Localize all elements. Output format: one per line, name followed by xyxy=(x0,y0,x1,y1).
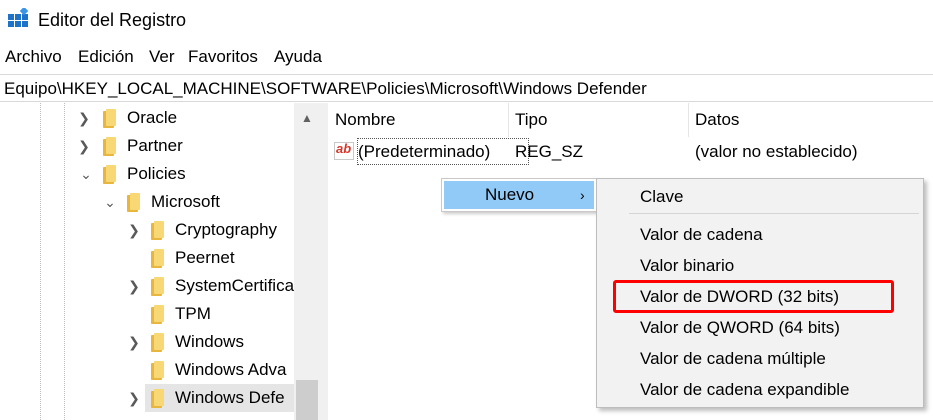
folder-icon xyxy=(127,193,140,212)
folder-icon xyxy=(151,389,164,408)
tree-item-label: TPM xyxy=(175,304,211,323)
folder-icon xyxy=(151,361,164,380)
scroll-thumb[interactable] xyxy=(296,380,318,420)
folder-icon xyxy=(103,165,116,184)
tree-item-windows[interactable]: ❯ Windows xyxy=(0,328,294,356)
chevron-right-icon[interactable]: ❯ xyxy=(127,390,141,406)
folder-icon xyxy=(151,305,164,324)
menu-item-valor-binario[interactable]: Valor binario xyxy=(599,251,921,281)
column-header-datos[interactable]: Datos xyxy=(688,103,933,137)
menu-item-valor-cadena[interactable]: Valor de cadena xyxy=(599,220,921,250)
annotation-highlight-box xyxy=(613,280,894,313)
chevron-right-icon[interactable]: ❯ xyxy=(127,278,141,294)
address-bar[interactable]: Equipo\HKEY_LOCAL_MACHINE\SOFTWARE\Polic… xyxy=(0,74,933,102)
tree-item-label: Oracle xyxy=(127,108,178,127)
menu-item-valor-cadena-expandible[interactable]: Valor de cadena expandible xyxy=(599,375,921,405)
tree-item-label: Partner xyxy=(127,136,183,155)
menu-item-label: Nuevo xyxy=(485,185,535,204)
column-header-nombre[interactable]: Nombre xyxy=(328,103,508,137)
menu-item-label: Valor de cadena múltiple xyxy=(640,349,826,368)
menu-ayuda[interactable]: Ayuda xyxy=(274,44,322,70)
menu-item-label: Valor binario xyxy=(640,256,735,275)
menu-item-valor-cadena-multiple[interactable]: Valor de cadena múltiple xyxy=(599,344,921,374)
tree-item-label: Microsoft xyxy=(151,192,220,211)
scroll-up-arrow-icon[interactable]: ▲ xyxy=(294,107,320,129)
chevron-down-icon[interactable]: ⌄ xyxy=(103,194,117,210)
address-path[interactable]: Equipo\HKEY_LOCAL_MACHINE\SOFTWARE\Polic… xyxy=(4,77,647,101)
tree-item-policies[interactable]: ⌄ Policies xyxy=(0,160,294,188)
tree-item-label: Policies xyxy=(127,164,186,183)
value-data: (valor no establecido) xyxy=(695,142,858,161)
tree-item-partner[interactable]: ❯ Partner xyxy=(0,132,294,160)
tree-item-label: Cryptography xyxy=(175,220,278,239)
tree-item-label: SystemCertifica xyxy=(175,276,295,295)
registry-editor-icon xyxy=(8,8,29,27)
menu-item-clave[interactable]: Clave xyxy=(599,182,921,212)
tree-item-windows-advanced[interactable]: Windows Adva xyxy=(0,356,294,384)
chevron-right-icon[interactable]: ❯ xyxy=(77,138,91,154)
column-header-tipo[interactable]: Tipo xyxy=(508,103,688,137)
chevron-right-icon[interactable]: ❯ xyxy=(77,110,91,126)
tree-item-label: Windows xyxy=(175,332,244,351)
folder-icon xyxy=(151,249,164,268)
menu-edicion[interactable]: Edición xyxy=(78,44,134,70)
menu-archivo[interactable]: Archivo xyxy=(5,44,62,70)
menu-divider xyxy=(629,213,919,214)
tree-item-cryptography[interactable]: ❯ Cryptography xyxy=(0,216,294,244)
menu-item-label: Clave xyxy=(640,187,684,206)
menu-favoritos[interactable]: Favoritos xyxy=(188,44,258,70)
context-menu: Nuevo › xyxy=(441,178,597,212)
tree-item-label: Peernet xyxy=(175,248,235,267)
tree-item-systemcertificates[interactable]: ❯ SystemCertifica xyxy=(0,272,294,300)
menu-item-nuevo[interactable]: Nuevo › xyxy=(444,181,594,209)
menu-item-valor-qword[interactable]: Valor de QWORD (64 bits) xyxy=(599,313,921,343)
folder-icon xyxy=(151,333,164,352)
menu-item-label: Valor de QWORD (64 bits) xyxy=(640,318,840,337)
tree-item-label: Windows Defe xyxy=(175,388,285,407)
folder-icon xyxy=(103,137,116,156)
pane-splitter[interactable] xyxy=(320,103,328,420)
key-tree[interactable]: ❯ Oracle ❯ Partner ⌄ Policies ⌄ Microsof… xyxy=(0,103,320,420)
folder-icon xyxy=(103,109,116,128)
menu-item-label: Valor de cadena xyxy=(640,225,763,244)
tree-item-label: Windows Adva xyxy=(175,360,287,379)
tree-item-peernet[interactable]: Peernet xyxy=(0,244,294,272)
menu-item-label: Valor de cadena expandible xyxy=(640,380,850,399)
folder-icon xyxy=(151,277,164,296)
value-type: REG_SZ xyxy=(515,142,584,161)
tree-item-windows-defender[interactable]: ❯ Windows Defe xyxy=(0,384,294,412)
chevron-right-icon: › xyxy=(580,187,585,203)
menu-bar: Archivo Edición Ver Favoritos Ayuda xyxy=(0,44,933,70)
chevron-down-icon[interactable]: ⌄ xyxy=(79,166,93,182)
string-value-icon: ab xyxy=(334,141,354,160)
chevron-right-icon[interactable]: ❯ xyxy=(127,334,141,350)
value-name[interactable]: (Predeterminado) xyxy=(358,137,490,167)
tree-item-oracle[interactable]: ❯ Oracle xyxy=(0,104,294,132)
folder-icon xyxy=(151,221,164,240)
menu-ver[interactable]: Ver xyxy=(149,44,175,70)
tree-item-microsoft[interactable]: ⌄ Microsoft xyxy=(0,188,294,216)
window-title: Editor del Registro xyxy=(38,10,187,30)
tree-item-tpm[interactable]: TPM xyxy=(0,300,294,328)
chevron-right-icon[interactable]: ❯ xyxy=(127,222,141,238)
title-bar: Editor del Registro xyxy=(0,0,933,40)
tree-scrollbar[interactable]: ▲ xyxy=(294,103,320,420)
